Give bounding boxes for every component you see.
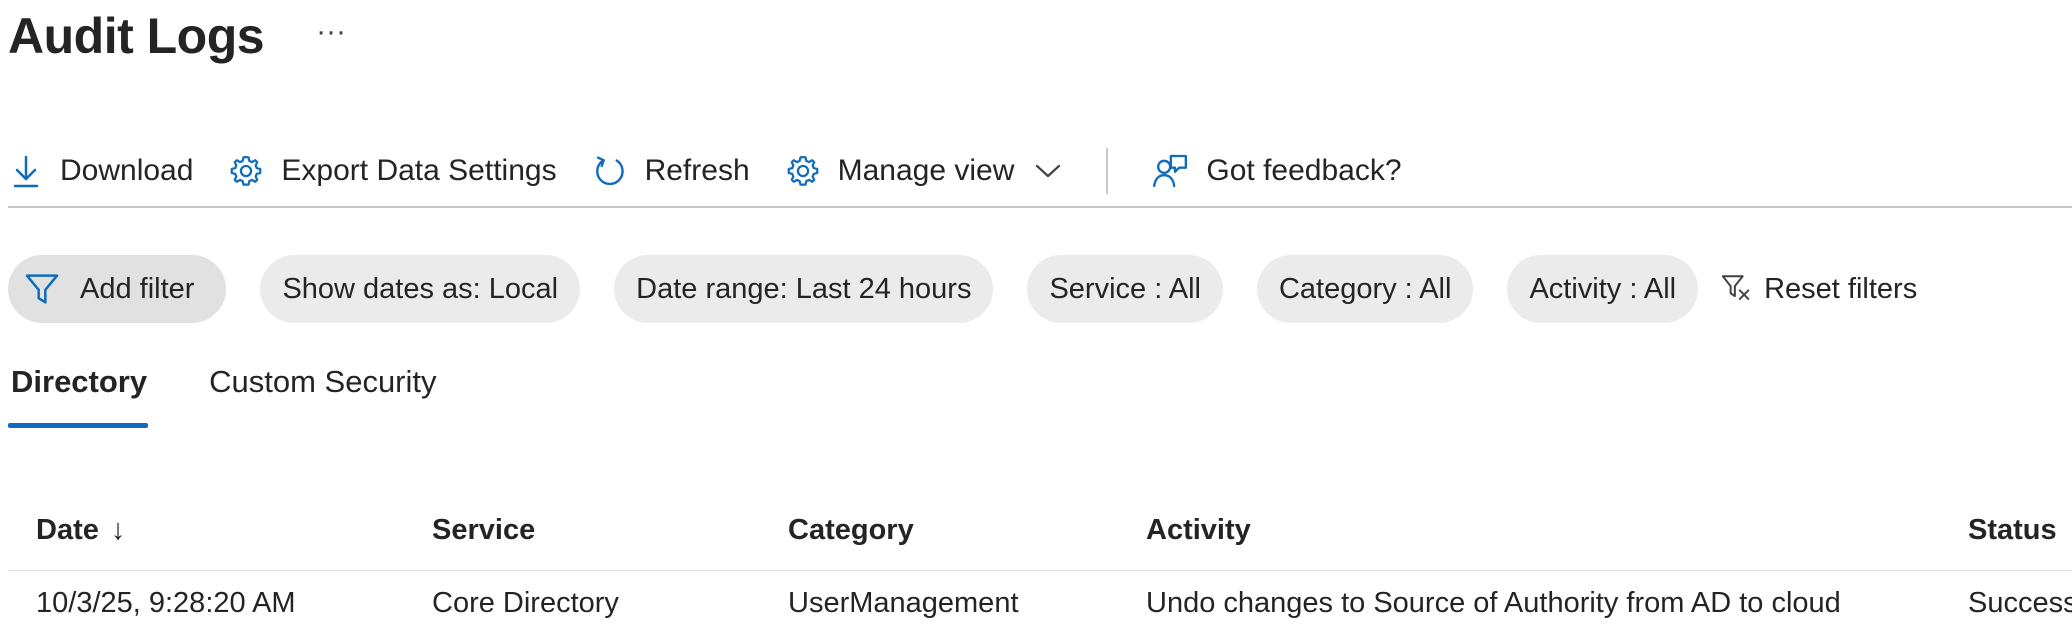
category-filter[interactable]: Category : All xyxy=(1256,255,1474,323)
tab-custom-security[interactable]: Custom Security xyxy=(206,352,437,428)
tab-directory[interactable]: Directory xyxy=(8,352,149,428)
column-header-date-label: Date xyxy=(36,513,99,546)
refresh-button[interactable]: Refresh xyxy=(591,141,750,201)
row-date-link[interactable]: 10/3/25, 9:28:20 AM xyxy=(36,571,296,635)
activity-filter[interactable]: Activity : All xyxy=(1507,255,1699,323)
date-range-filter[interactable]: Date range: Last 24 hours xyxy=(614,255,994,323)
command-bar: Download Export Data Settings Refresh Ma… xyxy=(8,136,2072,208)
column-header-service[interactable]: Service xyxy=(432,490,535,570)
row-service: Core Directory xyxy=(432,586,619,619)
tab-directory-label: Directory xyxy=(11,364,148,399)
column-header-category[interactable]: Category xyxy=(788,490,914,570)
download-button[interactable]: Download xyxy=(8,141,193,201)
column-header-date[interactable]: Date ↓ xyxy=(36,490,125,570)
column-header-activity[interactable]: Activity xyxy=(1146,490,1251,570)
funnel-clear-icon xyxy=(1721,275,1750,300)
gear-icon xyxy=(787,155,818,186)
audit-log-table: Date ↓ Service Category Activity Status … xyxy=(8,490,2072,635)
tab-list: Directory Custom Security xyxy=(8,352,496,428)
add-filter-label: Add filter xyxy=(80,272,195,305)
filter-bar: Add filter Show dates as: Local Date ran… xyxy=(8,255,1917,323)
sort-descending-icon: ↓ xyxy=(110,513,126,546)
export-data-settings-button[interactable]: Export Data Settings xyxy=(227,141,557,201)
person-feedback-icon xyxy=(1153,154,1188,188)
row-activity: Undo changes to Source of Authority from… xyxy=(1146,586,1841,619)
row-status: Success xyxy=(1968,586,2072,619)
refresh-label: Refresh xyxy=(644,154,750,187)
column-header-status[interactable]: Status xyxy=(1968,490,2057,570)
table-header: Date ↓ Service Category Activity Status xyxy=(8,490,2072,571)
got-feedback-button[interactable]: Got feedback? xyxy=(1150,141,1402,201)
page-title: Audit Logs xyxy=(8,8,265,64)
export-data-settings-label: Export Data Settings xyxy=(281,154,557,187)
add-filter-button[interactable]: Add filter xyxy=(8,255,227,323)
tab-custom-security-label: Custom Security xyxy=(209,364,437,399)
download-arrow-icon xyxy=(13,155,39,188)
show-dates-filter[interactable]: Show dates as: Local xyxy=(260,255,581,323)
title-row: Audit Logs ··· xyxy=(8,0,346,72)
more-options-button[interactable]: ··· xyxy=(316,17,346,47)
service-filter[interactable]: Service : All xyxy=(1027,255,1223,323)
table-row[interactable]: 10/3/25, 9:28:20 AM Core Directory UserM… xyxy=(8,571,2072,635)
refresh-icon xyxy=(595,156,624,186)
row-category: UserManagement xyxy=(788,586,1019,619)
gear-icon xyxy=(231,155,262,186)
manage-view-button[interactable]: Manage view xyxy=(784,141,1065,201)
download-label: Download xyxy=(60,154,194,187)
funnel-icon xyxy=(25,274,59,304)
reset-filters-label: Reset filters xyxy=(1764,272,1918,305)
reset-filters-button[interactable]: Reset filters xyxy=(1720,272,1917,306)
manage-view-label: Manage view xyxy=(837,154,1015,187)
chevron-down-icon xyxy=(1036,164,1061,178)
toolbar-divider xyxy=(1106,148,1109,194)
got-feedback-label: Got feedback? xyxy=(1206,154,1402,187)
